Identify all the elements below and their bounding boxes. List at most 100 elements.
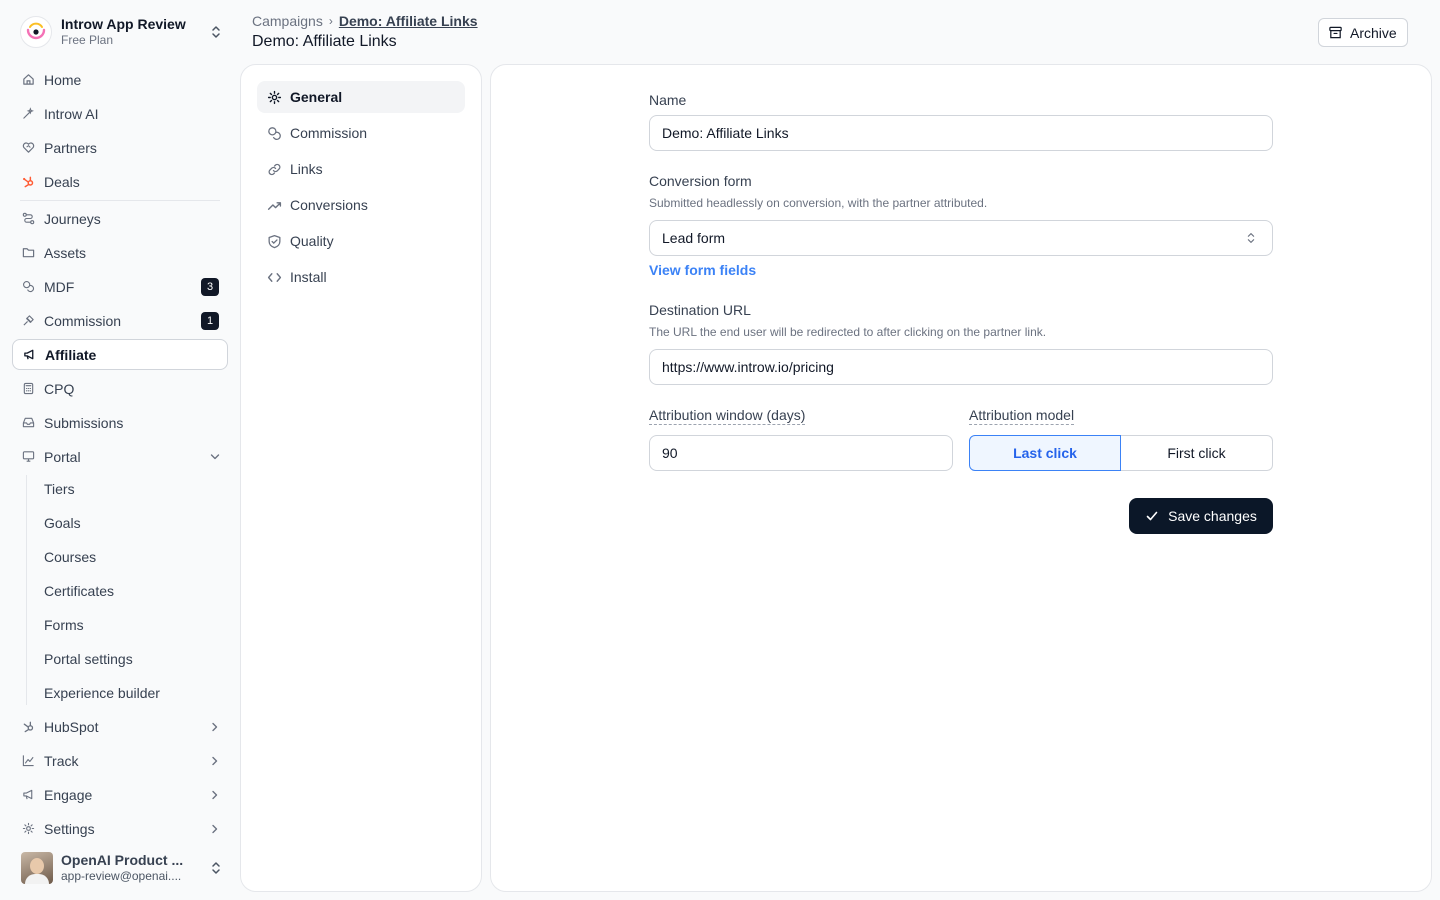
- view-form-fields-link[interactable]: View form fields: [649, 262, 756, 278]
- conversion-form-value: Lead form: [662, 230, 726, 246]
- tab-label: Links: [290, 161, 323, 177]
- chevron-right-icon: [212, 756, 218, 765]
- sidebar-item-portal[interactable]: Portal: [12, 441, 228, 472]
- sidebar-item-label: Introw AI: [44, 105, 99, 122]
- avatar: [21, 852, 53, 884]
- attribution-window-input[interactable]: 90: [649, 435, 953, 471]
- sidebar-item-deals[interactable]: Deals: [12, 166, 228, 197]
- tab-label: Commission: [290, 125, 368, 141]
- user-email: app-review@openai....: [61, 869, 182, 883]
- sidebar-group-hubspot[interactable]: HubSpot: [12, 711, 228, 742]
- sidebar-subitem-experience-builder[interactable]: Experience builder: [44, 681, 160, 705]
- sidebar-item-label: Assets: [44, 244, 87, 261]
- sidebar-subitem-tiers[interactable]: Tiers: [44, 477, 75, 501]
- chevron-up-down-icon: [212, 26, 220, 38]
- sidebar-subitem-courses[interactable]: Courses: [44, 545, 96, 569]
- sidebar-item-affiliate[interactable]: Affiliate: [12, 339, 228, 370]
- sidebar-item-label: Portal: [44, 448, 81, 465]
- sidebar-item-home[interactable]: Home: [12, 64, 228, 95]
- tab-install[interactable]: Install: [257, 261, 465, 293]
- tab-quality[interactable]: Quality: [257, 225, 465, 257]
- chart-line-icon: [21, 754, 35, 768]
- destination-url-input[interactable]: https://www.introw.io/pricing: [649, 349, 1273, 385]
- breadcrumb-separator-icon: ›: [328, 14, 333, 28]
- sidebar-group-label: Settings: [44, 820, 95, 837]
- workspace-logo: [20, 16, 52, 48]
- sidebar-subitem-certificates[interactable]: Certificates: [44, 579, 114, 603]
- sidebar-item-cpq[interactable]: CPQ: [12, 373, 228, 404]
- sidebar-item-submissions[interactable]: Submissions: [12, 407, 228, 438]
- sidebar-item-label: Journeys: [44, 210, 101, 227]
- sidebar-group-label: Track: [44, 752, 79, 769]
- sidebar-item-journeys[interactable]: Journeys: [12, 203, 228, 234]
- sidebar-item-label: Partners: [44, 139, 97, 156]
- chevron-right-icon: [212, 790, 218, 799]
- sidebar: Introw App Review Free Plan Home Introw …: [0, 0, 240, 900]
- calculator-icon: [21, 382, 35, 396]
- attribution-model-first-click[interactable]: First click: [1121, 435, 1273, 471]
- sidebar-item-commission[interactable]: Commission 1: [12, 305, 228, 336]
- check-icon: [1146, 511, 1158, 521]
- sidebar-group-track[interactable]: Track: [12, 745, 228, 776]
- dollar-icon: [21, 314, 35, 328]
- name-label: Name: [649, 92, 687, 108]
- breadcrumb-root[interactable]: Campaigns: [252, 13, 323, 29]
- breadcrumb-current[interactable]: Demo: Affiliate Links: [339, 13, 478, 29]
- archive-icon: [1329, 26, 1342, 39]
- sidebar-group-engage[interactable]: Engage: [12, 779, 228, 810]
- attribution-model-last-click[interactable]: Last click: [969, 435, 1121, 471]
- tab-general[interactable]: General: [257, 81, 465, 113]
- sidebar-subitem-forms[interactable]: Forms: [44, 613, 84, 637]
- conversion-form-label: Conversion form: [649, 173, 752, 189]
- coins-icon: [21, 280, 35, 294]
- attribution-model-label[interactable]: Attribution model: [969, 407, 1075, 425]
- archive-button[interactable]: Archive: [1318, 18, 1408, 47]
- sidebar-item-assets[interactable]: Assets: [12, 237, 228, 268]
- tab-label: Install: [290, 269, 327, 285]
- code-icon: [266, 269, 282, 285]
- sidebar-divider: [20, 200, 220, 201]
- sidebar-subitem-portal-settings[interactable]: Portal settings: [44, 647, 133, 671]
- sidebar-item-partners[interactable]: Partners: [12, 132, 228, 163]
- inbox-icon: [21, 416, 35, 430]
- sidebar-item-label: MDF: [44, 278, 75, 295]
- conversion-form-select[interactable]: Lead form: [649, 220, 1273, 256]
- workspace-switcher[interactable]: Introw App Review Free Plan: [12, 12, 228, 52]
- tab-label: Conversions: [290, 197, 368, 213]
- user-menu[interactable]: OpenAI Product ... app-review@openai....: [12, 846, 228, 890]
- workspace-plan: Free Plan: [61, 33, 114, 47]
- gear-icon: [266, 89, 282, 105]
- sparkle-icon: [21, 107, 35, 121]
- sidebar-item-label: Commission: [44, 312, 122, 329]
- megaphone-icon: [21, 788, 35, 802]
- link-icon: [266, 161, 282, 177]
- gear-icon: [21, 822, 35, 836]
- sidebar-item-introw-ai[interactable]: Introw AI: [12, 98, 228, 129]
- page-title: Demo: Affiliate Links: [252, 33, 397, 50]
- coins-icon: [266, 125, 282, 141]
- sidebar-item-mdf[interactable]: MDF 3: [12, 271, 228, 302]
- sidebar-subitem-goals[interactable]: Goals: [44, 511, 81, 535]
- tab-conversions[interactable]: Conversions: [257, 189, 465, 221]
- sidebar-item-label: Affiliate: [45, 346, 97, 363]
- route-icon: [21, 212, 35, 226]
- hubspot-icon: [21, 175, 35, 189]
- sidebar-item-label: Home: [44, 71, 82, 88]
- sidebar-group-settings[interactable]: Settings: [12, 813, 228, 844]
- attribution-window-label[interactable]: Attribution window (days): [649, 407, 806, 425]
- save-label: Save changes: [1168, 508, 1257, 524]
- monitor-icon: [21, 450, 35, 464]
- chevron-right-icon: [212, 824, 218, 833]
- workspace-name: Introw App Review: [61, 16, 186, 32]
- trending-up-icon: [266, 197, 282, 213]
- breadcrumb: Campaigns › Demo: Affiliate Links: [252, 13, 478, 29]
- tab-links[interactable]: Links: [257, 153, 465, 185]
- name-input[interactable]: Demo: Affiliate Links: [649, 115, 1273, 151]
- destination-url-label: Destination URL: [649, 302, 751, 318]
- tab-label: Quality: [290, 233, 334, 249]
- tab-commission[interactable]: Commission: [257, 117, 465, 149]
- save-changes-button[interactable]: Save changes: [1129, 498, 1273, 534]
- sidebar-group-label: HubSpot: [44, 718, 99, 735]
- archive-label: Archive: [1350, 24, 1397, 41]
- chevron-down-icon: [210, 453, 220, 459]
